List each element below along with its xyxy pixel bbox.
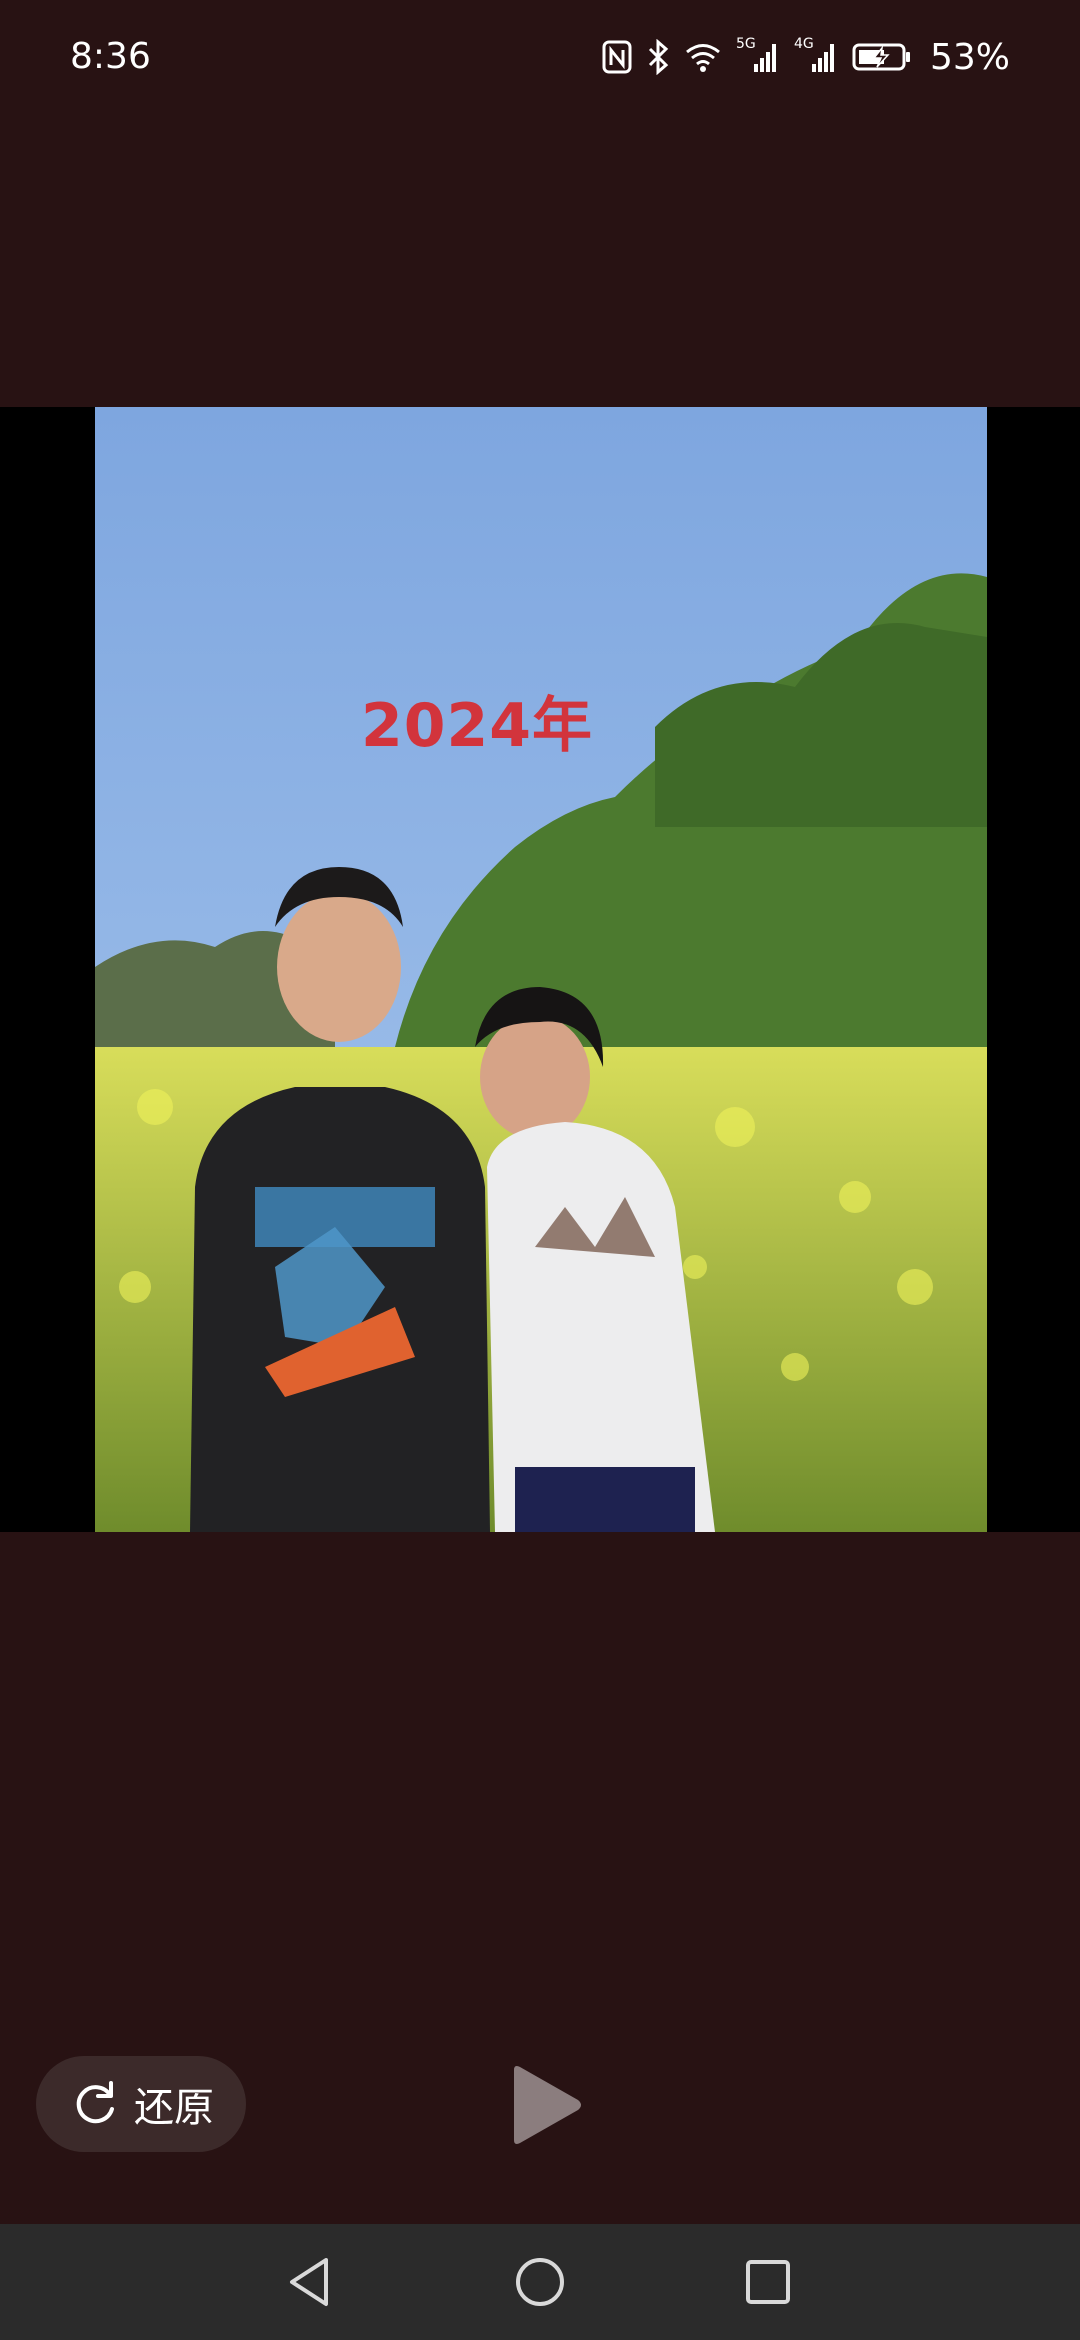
bluetooth-icon bbox=[646, 39, 670, 75]
nav-recents-button[interactable] bbox=[738, 2254, 798, 2314]
network-4g-label: 4G bbox=[793, 36, 814, 52]
recents-icon bbox=[745, 2259, 791, 2309]
year-overlay-text: 2024年 bbox=[361, 691, 593, 761]
back-icon bbox=[286, 2256, 334, 2312]
photo: 2024年 bbox=[95, 407, 987, 1532]
media-viewer[interactable]: 2024年 bbox=[0, 407, 1080, 1532]
nfc-icon bbox=[602, 40, 632, 74]
status-icons: 5G 4G 53% bbox=[602, 32, 1010, 82]
home-icon bbox=[514, 2256, 566, 2312]
navigation-bar bbox=[0, 2224, 1080, 2340]
play-button[interactable] bbox=[500, 2060, 590, 2150]
battery-charging-icon bbox=[852, 42, 912, 72]
restore-label: 还原 bbox=[134, 2085, 214, 2131]
signal-4g-icon: 4G bbox=[794, 36, 838, 74]
status-time: 8:36 bbox=[70, 36, 151, 77]
status-bar: 8:36 5G 4G 53% bbox=[0, 0, 1080, 120]
play-icon bbox=[500, 2066, 590, 2154]
battery-percent: 53% bbox=[929, 36, 1010, 78]
network-5g-label: 5G bbox=[735, 36, 756, 52]
rotate-icon bbox=[70, 2077, 120, 2131]
nav-back-button[interactable] bbox=[280, 2254, 340, 2314]
signal-5g-icon: 5G bbox=[736, 36, 780, 74]
restore-button[interactable]: 还原 bbox=[36, 2056, 246, 2152]
wifi-icon bbox=[684, 41, 722, 73]
nav-home-button[interactable] bbox=[510, 2254, 570, 2314]
